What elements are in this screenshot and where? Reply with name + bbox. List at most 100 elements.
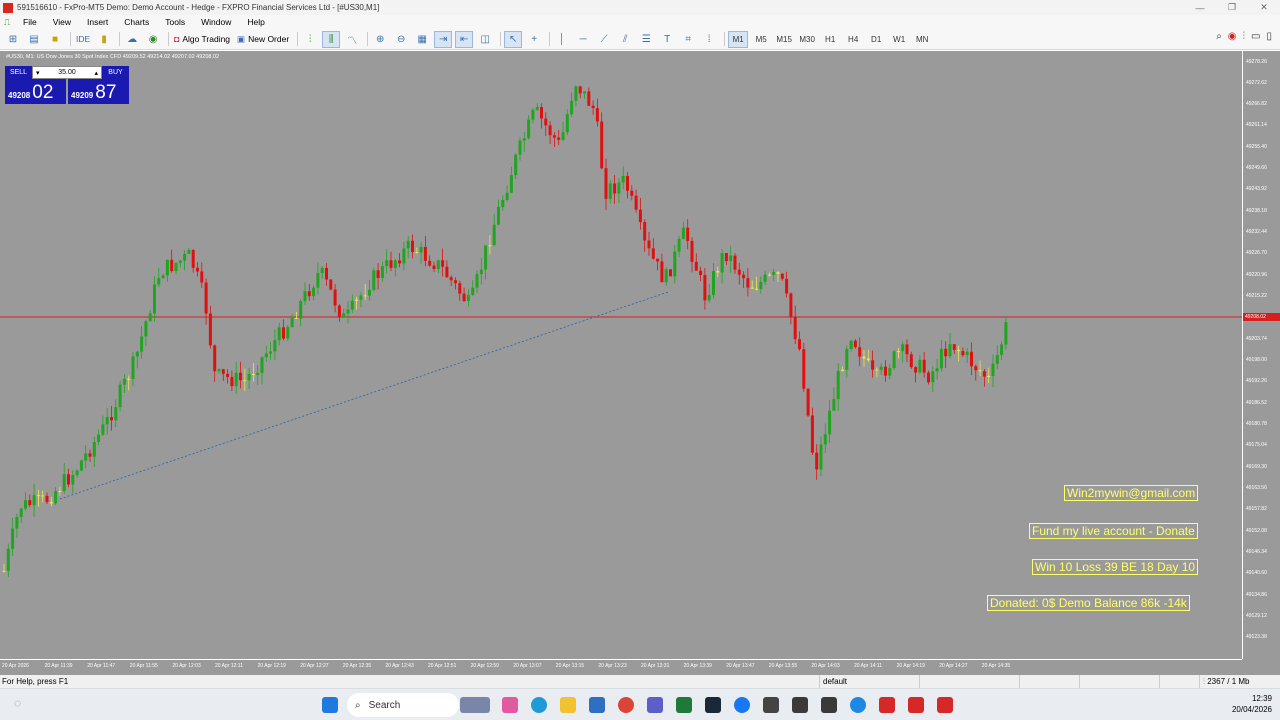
time-axis[interactable]: 20 Apr 2026 20 Apr 11:39 20 Apr 11:47 20 Ap… (0, 659, 1242, 675)
timeframe-h4[interactable]: H4 (843, 31, 863, 48)
screenshot-icon[interactable]: ◫ (476, 31, 494, 48)
bar-chart-icon[interactable]: ⫶ (301, 31, 319, 48)
sell-button[interactable]: SELL (5, 66, 32, 79)
edge-icon[interactable] (531, 697, 547, 713)
terminal-icon-2[interactable] (821, 697, 837, 713)
facebook-icon[interactable] (734, 697, 750, 713)
note-stats[interactable]: Win 10 Loss 39 BE 18 Day 10 (1032, 559, 1199, 575)
candle-body (914, 367, 918, 373)
copilot-icon[interactable] (502, 697, 518, 713)
web-icon[interactable]: ◉ (144, 31, 162, 48)
ask-price[interactable]: 49209 87 (68, 79, 129, 104)
timeframe-d1[interactable]: D1 (866, 31, 886, 48)
new-chart-icon[interactable]: ⊞ (4, 31, 22, 48)
timeframe-m30[interactable]: M30 (797, 31, 817, 48)
terminal-icon[interactable] (792, 697, 808, 713)
candle-body (213, 345, 217, 372)
timeframe-w1[interactable]: W1 (889, 31, 909, 48)
layout-icon[interactable]: ▭ (1251, 31, 1260, 42)
maximize-button[interactable]: ❐ (1216, 0, 1248, 15)
status-connection[interactable]: ⫶ 2367 / 1 Mb (1199, 675, 1280, 688)
notifications-icon[interactable]: ◉ (1228, 31, 1237, 42)
timeframe-m5[interactable]: M5 (751, 31, 771, 48)
timeframe-m15[interactable]: M15 (774, 31, 794, 48)
file-explorer-icon[interactable] (560, 697, 576, 713)
search-highlight-icon[interactable] (460, 697, 490, 713)
store-icon[interactable] (589, 697, 605, 713)
steam-icon[interactable] (705, 697, 721, 713)
price-axis[interactable]: 49208.02 49278.26 49272.62 49266.82 49261.1… (1242, 51, 1280, 659)
lot-decrease-icon[interactable]: ▾ (36, 69, 40, 77)
note-email[interactable]: Win2mywin@gmail.com (1064, 485, 1199, 501)
lot-increase-icon[interactable]: ▴ (94, 69, 98, 77)
note-balance[interactable]: Donated: 0$ Demo Balance 86k -14k (987, 595, 1190, 611)
ask-prefix: 49209 (71, 91, 94, 100)
app-icon-dark[interactable] (763, 697, 779, 713)
note-donate[interactable]: Fund my live account - Donate (1029, 523, 1198, 539)
fxpro-icon-3[interactable] (937, 697, 953, 713)
panel-icon[interactable]: ▯ (1266, 31, 1272, 42)
search-icon[interactable]: ⌕ (1216, 31, 1222, 42)
ide-button[interactable]: IDE (74, 31, 92, 48)
candle-body (187, 250, 191, 254)
price-tick-label: 49226.70 (1246, 250, 1267, 256)
widgets-icon[interactable]: ◌ (14, 696, 30, 712)
lock-icon[interactable]: ▮ (95, 31, 113, 48)
menu-insert[interactable]: Insert (79, 17, 116, 27)
candle-body (518, 140, 522, 155)
candle-body (406, 240, 410, 249)
signals-icon[interactable]: ☁ (123, 31, 141, 48)
crosshair-icon[interactable]: + (525, 31, 543, 48)
market-watch-icon[interactable]: ■ (46, 31, 64, 48)
chart-area[interactable]: #US30, M1: US Dow Jones 30 Spot Index CF… (0, 51, 1280, 675)
bid-price[interactable]: 49208 02 (5, 79, 66, 104)
algo-trading-button[interactable]: ◘ Algo Trading (172, 31, 232, 48)
new-order-button[interactable]: ▣ New Order (235, 31, 291, 48)
fxpro-icon[interactable] (879, 697, 895, 713)
menu-tools[interactable]: Tools (157, 17, 193, 27)
equidistant-channel-icon[interactable]: ⫽ (616, 31, 634, 48)
candle-body (273, 340, 277, 352)
taskbar-search[interactable]: ⌕ Search (347, 693, 459, 717)
signal-icon[interactable]: ⫶ (1243, 31, 1246, 42)
candle-body (445, 266, 449, 278)
candle-chart-icon[interactable]: ⫼ (322, 30, 341, 48)
chrome-icon[interactable] (618, 697, 634, 713)
profiles-icon[interactable]: ▤ (25, 31, 43, 48)
system-clock[interactable]: 12:39 20/04/2026 (1232, 693, 1272, 715)
buy-button[interactable]: BUY (102, 66, 129, 79)
candle-body (84, 453, 88, 461)
timeframe-m1[interactable]: M1 (728, 30, 749, 48)
lot-size-input[interactable]: ▾ 35.00 ▴ (32, 66, 102, 79)
menu-charts[interactable]: Charts (116, 17, 157, 27)
menu-help[interactable]: Help (239, 17, 272, 27)
timeframe-mn[interactable]: MN (912, 31, 932, 48)
menu-window[interactable]: Window (193, 17, 239, 27)
tile-icon[interactable]: ▦ (413, 31, 431, 48)
vertical-line-icon[interactable]: │ (553, 31, 571, 48)
zoom-out-icon[interactable]: ⊖ (392, 31, 410, 48)
menu-view[interactable]: View (45, 17, 79, 27)
status-profile[interactable]: default (819, 675, 919, 688)
minimize-button[interactable]: — (1184, 0, 1216, 15)
line-chart-icon[interactable]: 〽 (343, 31, 361, 48)
price-tick-label: 49146.34 (1246, 549, 1267, 555)
start-icon[interactable] (322, 697, 338, 713)
trendline-icon[interactable]: ⟋ (595, 31, 613, 48)
chart-shift-icon[interactable]: ⇤ (455, 30, 474, 48)
horizontal-line-icon[interactable]: ─ (574, 31, 592, 48)
cursor-icon[interactable]: ↖ (504, 30, 523, 48)
shapes-icon[interactable]: ⌗ (679, 31, 697, 48)
text-icon[interactable]: T (658, 31, 676, 48)
fibonacci-icon[interactable]: ☰ (637, 31, 655, 48)
app-icon-blue[interactable] (850, 697, 866, 713)
objects-icon[interactable]: ⁞ (700, 31, 718, 48)
menu-file[interactable]: File (15, 17, 45, 27)
fxpro-icon-2[interactable] (908, 697, 924, 713)
close-button[interactable]: ✕ (1248, 0, 1280, 15)
autoscroll-icon[interactable]: ⇥ (434, 30, 453, 48)
timeframe-h1[interactable]: H1 (820, 31, 840, 48)
app-icon-green[interactable] (676, 697, 692, 713)
teams-icon[interactable] (647, 697, 663, 713)
zoom-in-icon[interactable]: ⊕ (371, 31, 389, 48)
